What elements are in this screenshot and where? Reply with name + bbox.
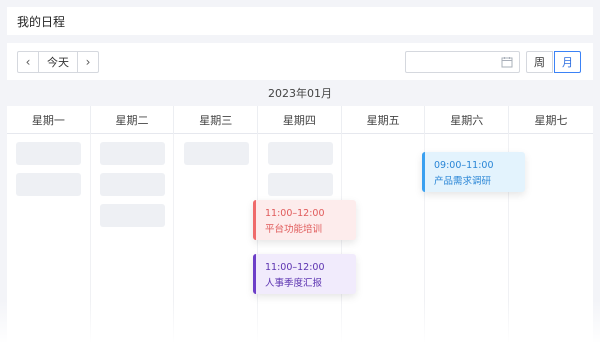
skeleton-placeholder [100, 142, 165, 165]
event-title: 人事季度汇报 [265, 278, 323, 289]
next-button[interactable]: › [78, 52, 98, 72]
skeleton-placeholder [268, 173, 333, 196]
today-button[interactable]: 今天 [38, 52, 78, 72]
skeleton-placeholder [100, 173, 165, 196]
skeleton-placeholder [268, 142, 333, 165]
weekday-sat: 星期六 [425, 106, 510, 134]
weekday-wed: 星期三 [174, 106, 259, 134]
date-nav-group: ‹ 今天 › [17, 51, 99, 73]
weekday-mon: 星期一 [7, 106, 91, 134]
event-time: 11:00–12:00 [265, 262, 325, 273]
event-card[interactable]: 11:00–12:00 人事季度汇报 [253, 254, 356, 294]
calendar-icon [501, 57, 513, 68]
event-card[interactable]: 11:00–12:00 平台功能培训 [253, 200, 356, 240]
page-header: 我的日程 [7, 7, 593, 35]
month-label: 2023年01月 [7, 80, 593, 106]
page-title: 我的日程 [17, 14, 66, 29]
bottom-fade-overlay [0, 300, 600, 342]
event-card[interactable]: 09:00–11:00 产品需求调研 [422, 152, 525, 192]
event-time: 09:00–11:00 [434, 160, 494, 171]
weekday-fri: 星期五 [342, 106, 426, 134]
view-month-button[interactable]: 月 [554, 51, 581, 73]
skeleton-placeholder [16, 173, 81, 196]
chevron-right-icon: › [85, 55, 91, 69]
date-picker[interactable] [405, 51, 520, 74]
event-title: 产品需求调研 [434, 176, 492, 187]
skeleton-placeholder [100, 204, 165, 227]
date-input[interactable] [406, 54, 496, 74]
chevron-left-icon: ‹ [25, 55, 31, 69]
weekday-sun: 星期七 [534, 114, 568, 127]
weekday-tue: 星期二 [91, 106, 175, 134]
skeleton-placeholder [16, 142, 81, 165]
event-title: 平台功能培训 [265, 224, 323, 235]
event-time: 11:00–12:00 [265, 208, 325, 219]
skeleton-placeholder [184, 142, 249, 165]
view-switcher: 周 月 [526, 51, 581, 73]
prev-button[interactable]: ‹ [18, 52, 38, 72]
weekday-header-row: 星期一 星期二 星期三 星期四 星期五 星期六 星期七 [7, 106, 593, 134]
weekday-thu: 星期四 [258, 106, 342, 134]
calendar-toolbar: ‹ 今天 › 周 月 [7, 43, 593, 80]
view-week-button[interactable]: 周 [526, 51, 553, 73]
